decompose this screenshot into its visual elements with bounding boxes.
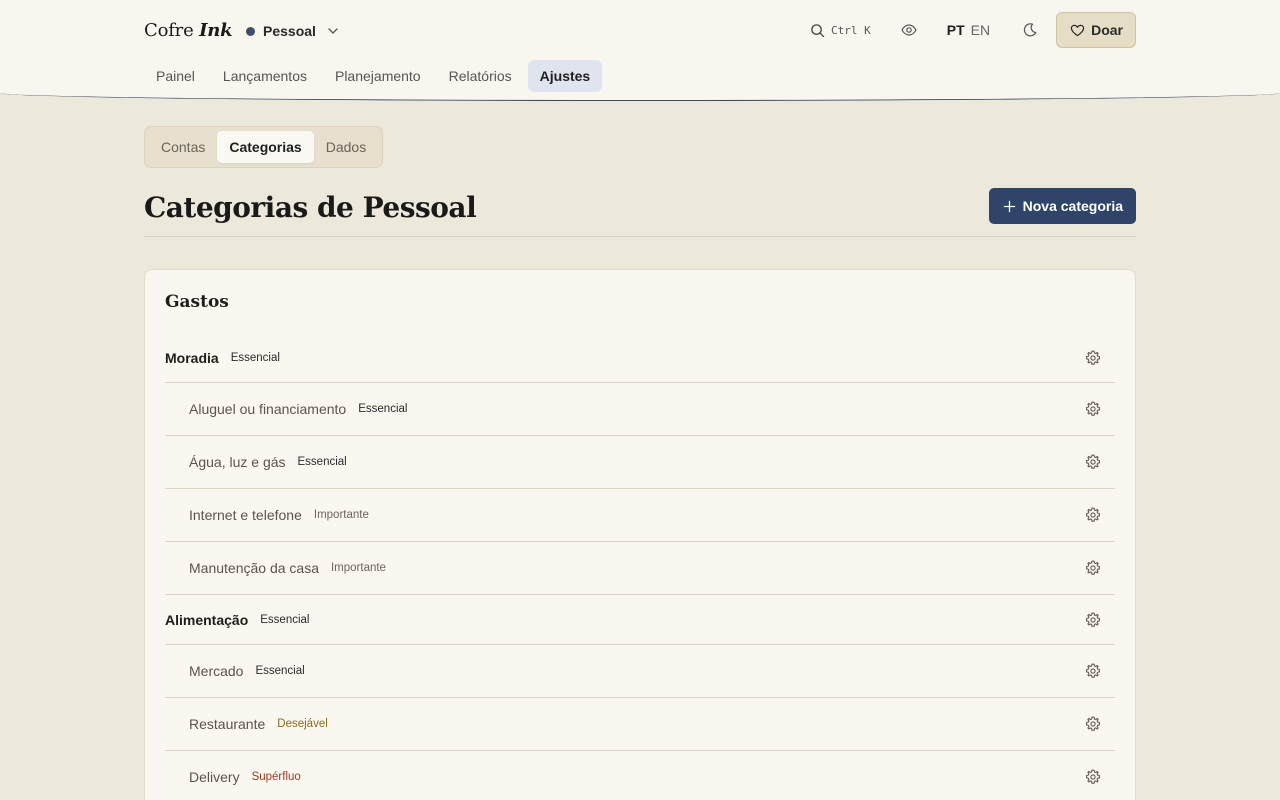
priority-badge: Importante bbox=[313, 509, 369, 521]
gear-icon[interactable] bbox=[1085, 507, 1101, 523]
category-row[interactable]: Mercado Essencial bbox=[165, 645, 1115, 698]
category-name: Internet e telefone bbox=[189, 507, 302, 523]
privacy-toggle[interactable] bbox=[899, 20, 919, 40]
priority-badge: Essencial bbox=[297, 456, 347, 468]
theme-toggle[interactable] bbox=[1020, 20, 1040, 40]
settings-tabs: Contas Categorias Dados bbox=[144, 126, 384, 168]
priority-badge: Essencial bbox=[230, 351, 280, 364]
category-name: Restaurante bbox=[189, 716, 266, 732]
search-button[interactable]: Ctrl K bbox=[810, 23, 871, 38]
category-name: Manutenção da casa bbox=[189, 560, 319, 576]
nav-ajustes[interactable]: Ajustes bbox=[527, 60, 603, 92]
priority-badge: Desejável bbox=[277, 718, 328, 730]
priority-badge: Essencial bbox=[260, 613, 310, 626]
gear-icon[interactable] bbox=[1085, 716, 1101, 732]
chevron-down-icon bbox=[328, 28, 338, 34]
gear-icon[interactable] bbox=[1085, 454, 1101, 470]
categories-card: Gastos Moradia Essencial Aluguel ou financ… bbox=[144, 269, 1136, 800]
page-title: Categorias de Pessoal bbox=[144, 191, 477, 224]
lang-pt[interactable]: PT bbox=[947, 22, 965, 38]
section-title: Gastos bbox=[165, 292, 229, 312]
header-actions: Ctrl K PT EN Doar bbox=[810, 12, 1136, 48]
donate-label: Doar bbox=[1091, 22, 1123, 38]
gear-icon[interactable] bbox=[1085, 769, 1101, 785]
tab-categorias[interactable]: Categorias bbox=[217, 131, 314, 163]
nav-lancamentos[interactable]: Lançamentos bbox=[211, 60, 319, 92]
eye-icon bbox=[901, 24, 917, 36]
category-list: Moradia Essencial Aluguel ou financiamento… bbox=[165, 333, 1115, 800]
category-name: Delivery bbox=[189, 769, 240, 785]
priority-badge: Essencial bbox=[358, 403, 408, 415]
category-name: Moradia bbox=[165, 349, 219, 366]
ledger-switcher[interactable]: Pessoal bbox=[246, 20, 340, 42]
priority-badge: Supérfluo bbox=[251, 771, 301, 783]
category-name: Mercado bbox=[189, 663, 244, 679]
category-row[interactable]: Delivery Supérfluo bbox=[165, 751, 1115, 800]
search-icon bbox=[811, 23, 825, 37]
gear-icon[interactable] bbox=[1085, 612, 1101, 628]
nav-relatorios[interactable]: Relatórios bbox=[437, 60, 524, 92]
brand-logo[interactable]: Cofre Ink bbox=[144, 20, 233, 42]
search-shortcut: Ctrl K bbox=[831, 23, 871, 37]
nav-planejamento[interactable]: Planejamento bbox=[323, 60, 433, 92]
gear-icon[interactable] bbox=[1085, 350, 1101, 366]
lang-en[interactable]: EN bbox=[971, 22, 990, 38]
moon-icon bbox=[1023, 23, 1037, 37]
new-category-label: Nova categoria bbox=[1022, 198, 1123, 214]
category-row[interactable]: Água, luz e gás Essencial bbox=[165, 436, 1115, 489]
gear-icon[interactable] bbox=[1085, 401, 1101, 417]
language-switch: PT EN bbox=[947, 22, 990, 38]
title-divider bbox=[144, 236, 1136, 237]
category-group-row[interactable]: Moradia Essencial bbox=[165, 333, 1115, 383]
category-group-row[interactable]: Alimentação Essencial bbox=[165, 595, 1115, 645]
category-name: Alimentação bbox=[165, 611, 249, 628]
plus-icon bbox=[1003, 200, 1015, 212]
priority-badge: Essencial bbox=[255, 665, 305, 677]
ledger-color-dot bbox=[246, 26, 255, 36]
category-row[interactable]: Aluguel ou financiamento Essencial bbox=[165, 383, 1115, 436]
main-nav: Painel Lançamentos Planejamento Relatóri… bbox=[144, 60, 603, 92]
gear-icon[interactable] bbox=[1085, 663, 1101, 679]
gear-icon[interactable] bbox=[1085, 560, 1101, 576]
priority-badge: Importante bbox=[330, 562, 386, 574]
category-row[interactable]: Restaurante Desejável bbox=[165, 698, 1115, 751]
category-name: Água, luz e gás bbox=[189, 454, 286, 470]
tab-contas[interactable]: Contas bbox=[149, 131, 217, 163]
category-name: Aluguel ou financiamento bbox=[189, 401, 347, 417]
tab-dados[interactable]: Dados bbox=[314, 131, 378, 163]
nav-painel[interactable]: Painel bbox=[144, 60, 207, 92]
category-row[interactable]: Manutenção da casa Importante bbox=[165, 542, 1115, 595]
brand-word: Cofre bbox=[144, 20, 194, 41]
category-row[interactable]: Internet e telefone Importante bbox=[165, 489, 1115, 542]
new-category-button[interactable]: Nova categoria bbox=[988, 188, 1136, 224]
app-header: Cofre Ink Pessoal Ctrl K PT EN Doar Pain… bbox=[0, 0, 1280, 101]
heart-icon bbox=[1070, 24, 1085, 36]
donate-button[interactable]: Doar bbox=[1056, 12, 1136, 48]
ledger-name: Pessoal bbox=[263, 23, 316, 39]
brand-accent: Ink bbox=[199, 20, 233, 41]
